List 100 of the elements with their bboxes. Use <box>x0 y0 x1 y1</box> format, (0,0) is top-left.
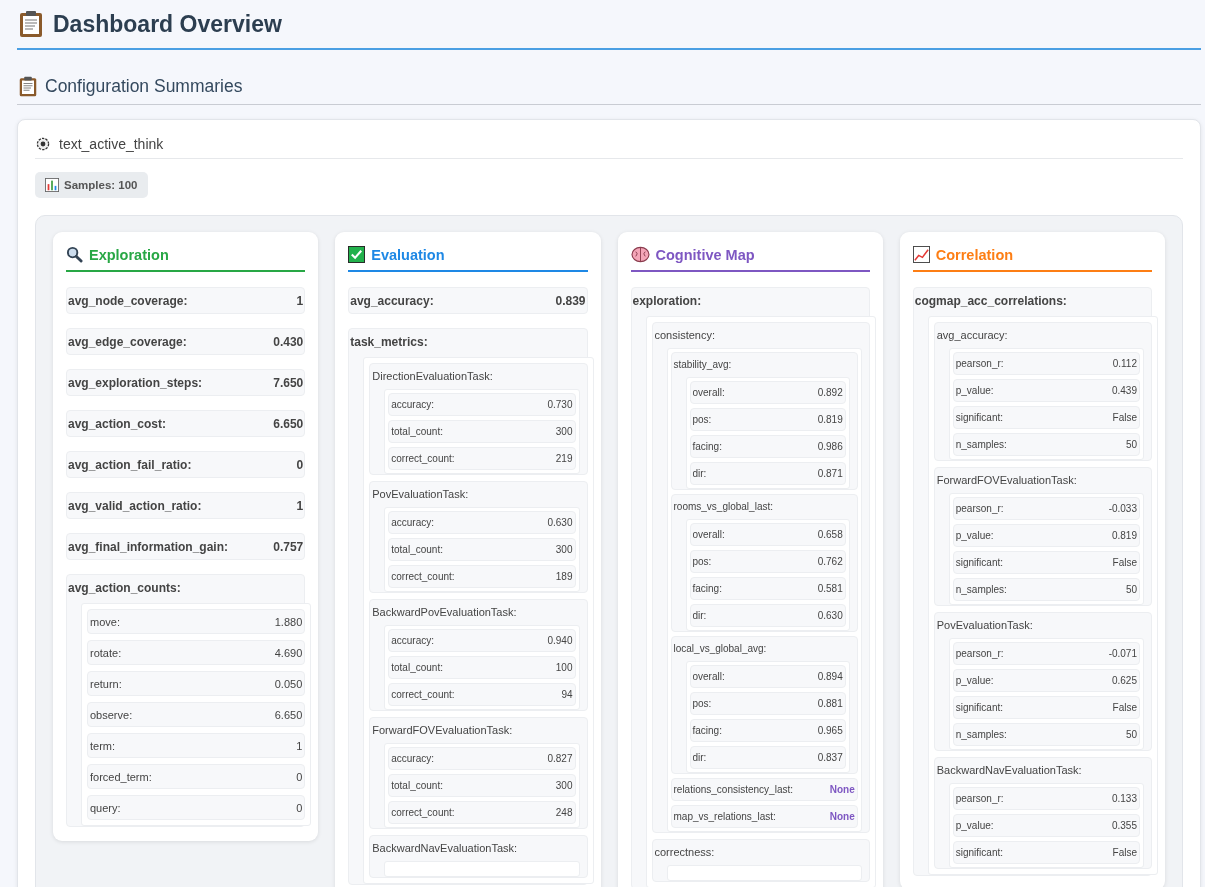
metric-value: 0.439 <box>1111 385 1137 396</box>
metric-label: observe: <box>90 708 133 721</box>
metric-label: pos: <box>692 698 712 709</box>
metric-value: 0.837 <box>817 752 843 763</box>
metric-label: n_samples: <box>955 729 1007 740</box>
group-label: correctness: <box>653 845 716 860</box>
metric-label: avg_final_information_gain: <box>68 539 229 554</box>
metric-label: significant: <box>955 847 1003 858</box>
metric-label: total_count: <box>391 544 443 555</box>
group-label: PovEvaluationTask: <box>935 618 1034 633</box>
card-title: Exploration <box>89 246 169 263</box>
magnifier-icon <box>66 246 83 263</box>
card-title: Cognitive Map <box>655 246 755 263</box>
metric-value: 0.757 <box>273 539 304 554</box>
metric-label: move: <box>90 615 120 628</box>
metric-value: 0 <box>296 801 303 814</box>
line-chart-icon <box>912 246 930 263</box>
metric-label: n_samples: <box>955 439 1007 450</box>
metric-value: 0.965 <box>817 725 843 736</box>
metric-value: 0.986 <box>817 441 843 452</box>
samples-count: Samples: 100 <box>64 179 138 191</box>
metric-value: 189 <box>555 571 573 582</box>
metric-label: facing: <box>692 725 722 736</box>
group-label: ForwardFOVEvaluationTask: <box>371 723 514 738</box>
metric-label: total_count: <box>391 780 443 791</box>
gear-icon <box>35 136 51 152</box>
metric-value: 50 <box>1125 729 1137 740</box>
group-label: stability_avg: <box>672 358 733 372</box>
metric-label: correct_count: <box>391 571 455 582</box>
metric-label: correct_count: <box>391 453 455 464</box>
checkbox-icon <box>348 246 366 263</box>
metric-label: pearson_r: <box>955 503 1004 514</box>
metric-label: p_value: <box>955 385 994 396</box>
metric-value: False <box>1112 702 1137 713</box>
metric-label: return: <box>90 677 122 690</box>
metric-value: 1 <box>296 293 304 308</box>
metric-label: map_vs_relations_last: <box>673 811 776 822</box>
group-label: cogmap_acc_correlations: <box>913 293 1068 310</box>
metric-label: p_value: <box>955 820 994 831</box>
clipboard-icon <box>19 76 37 97</box>
metric-value: 50 <box>1125 584 1137 595</box>
metric-value: -0.071 <box>1108 648 1137 659</box>
metric-value: False <box>1112 847 1137 858</box>
metric-value: 0.581 <box>817 583 843 594</box>
metric-value: 300 <box>555 544 573 555</box>
metric-value: 1 <box>296 739 303 752</box>
metric-label: p_value: <box>955 530 994 541</box>
metric-value: 0.881 <box>817 698 843 709</box>
metric-label: accuracy: <box>391 517 435 528</box>
group-label: BackwardPovEvaluationTask: <box>371 605 518 620</box>
metric-label: facing: <box>692 441 722 452</box>
metric-label: avg_valid_action_ratio: <box>68 498 202 513</box>
metric-value: 0 <box>296 770 303 783</box>
metric-value: None <box>829 784 855 795</box>
metric-label: pos: <box>692 414 712 425</box>
metric-label: query: <box>90 801 121 814</box>
group-label: BackwardNavEvaluationTask: <box>935 763 1083 778</box>
metric-value: 0.892 <box>817 387 843 398</box>
metric-value: 6.650 <box>273 416 304 431</box>
metric-label: p_value: <box>955 675 994 686</box>
metric-label: pearson_r: <box>955 358 1004 369</box>
brain-icon <box>630 246 650 263</box>
metric-value: 0.819 <box>817 414 843 425</box>
page-title: Dashboard Overview <box>53 10 282 38</box>
metric-value: 0.827 <box>547 753 573 764</box>
metric-value: 219 <box>555 453 573 464</box>
metric-value: 0.630 <box>817 610 843 621</box>
metric-label: avg_accuracy: <box>350 293 434 308</box>
metric-label: avg_node_coverage: <box>68 293 188 308</box>
metric-value: 1 <box>296 498 304 513</box>
metric-value: None <box>829 811 855 822</box>
metric-value: 0.839 <box>555 293 586 308</box>
clipboard-icon <box>19 10 43 38</box>
metric-label: significant: <box>955 412 1003 423</box>
metric-label: n_samples: <box>955 584 1007 595</box>
metric-value: 0.050 <box>274 677 303 690</box>
metric-value: 300 <box>555 426 573 437</box>
metric-label: overall: <box>692 671 725 682</box>
metric-value: 0.430 <box>273 334 304 349</box>
metric-value: False <box>1112 557 1137 568</box>
metric-label: accuracy: <box>391 753 435 764</box>
metric-label: accuracy: <box>391 399 435 410</box>
metric-value: 0 <box>296 457 304 472</box>
metric-label: significant: <box>955 702 1003 713</box>
metric-value: 0.762 <box>817 556 843 567</box>
metric-value: 0.625 <box>1111 675 1137 686</box>
metric-value: 0.730 <box>547 399 573 410</box>
card-title: Correlation <box>935 246 1014 263</box>
metric-label: pearson_r: <box>955 793 1004 804</box>
metric-label: facing: <box>692 583 722 594</box>
metric-label: forced_term: <box>90 770 152 783</box>
metric-label: rotate: <box>90 646 122 659</box>
metric-value: 0.133 <box>1111 793 1137 804</box>
metric-value: 94 <box>561 689 573 700</box>
metric-value: 50 <box>1125 439 1137 450</box>
group-label: avg_accuracy: <box>935 328 1009 343</box>
group-label: rooms_vs_global_last: <box>672 500 774 514</box>
metric-label: total_count: <box>391 662 443 673</box>
metric-value: 1.880 <box>274 615 303 628</box>
metric-value: 0.112 <box>1112 358 1137 369</box>
